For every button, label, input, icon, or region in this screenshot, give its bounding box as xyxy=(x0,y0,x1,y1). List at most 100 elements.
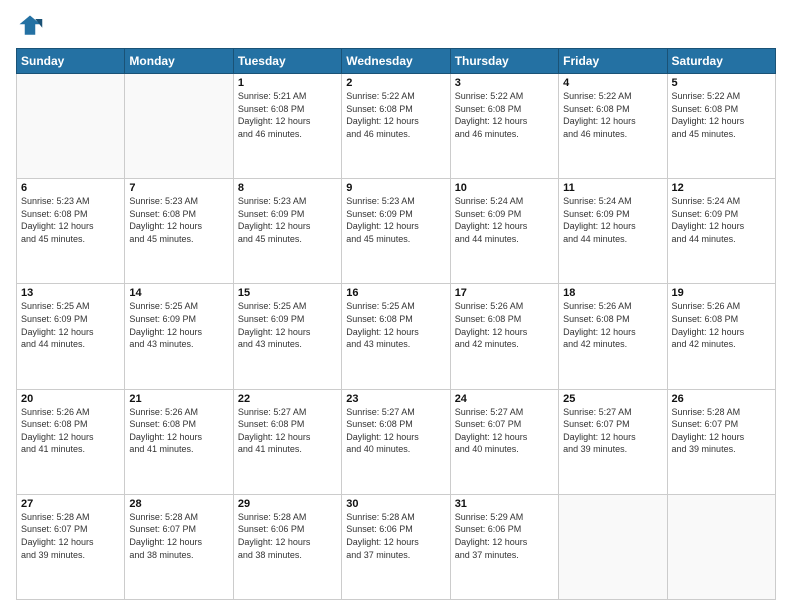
day-number: 15 xyxy=(238,287,337,299)
weekday-header-saturday: Saturday xyxy=(667,49,775,74)
day-number: 6 xyxy=(21,182,120,194)
calendar-cell xyxy=(667,494,775,599)
day-number: 9 xyxy=(346,182,445,194)
calendar-cell: 27Sunrise: 5:28 AMSunset: 6:07 PMDayligh… xyxy=(17,494,125,599)
weekday-header-monday: Monday xyxy=(125,49,233,74)
day-info: Sunrise: 5:25 AMSunset: 6:08 PMDaylight:… xyxy=(346,300,445,350)
day-info: Sunrise: 5:23 AMSunset: 6:09 PMDaylight:… xyxy=(238,195,337,245)
calendar-week-row: 13Sunrise: 5:25 AMSunset: 6:09 PMDayligh… xyxy=(17,284,776,389)
weekday-header-wednesday: Wednesday xyxy=(342,49,450,74)
day-number: 17 xyxy=(455,287,554,299)
weekday-header-tuesday: Tuesday xyxy=(233,49,341,74)
day-number: 27 xyxy=(21,498,120,510)
calendar-cell: 19Sunrise: 5:26 AMSunset: 6:08 PMDayligh… xyxy=(667,284,775,389)
calendar-cell: 22Sunrise: 5:27 AMSunset: 6:08 PMDayligh… xyxy=(233,389,341,494)
calendar-cell: 7Sunrise: 5:23 AMSunset: 6:08 PMDaylight… xyxy=(125,179,233,284)
day-number: 12 xyxy=(672,182,771,194)
weekday-header-sunday: Sunday xyxy=(17,49,125,74)
calendar-cell: 17Sunrise: 5:26 AMSunset: 6:08 PMDayligh… xyxy=(450,284,558,389)
day-number: 10 xyxy=(455,182,554,194)
calendar-cell: 2Sunrise: 5:22 AMSunset: 6:08 PMDaylight… xyxy=(342,74,450,179)
day-number: 20 xyxy=(21,393,120,405)
day-info: Sunrise: 5:27 AMSunset: 6:07 PMDaylight:… xyxy=(563,406,662,456)
day-info: Sunrise: 5:26 AMSunset: 6:08 PMDaylight:… xyxy=(455,300,554,350)
day-info: Sunrise: 5:28 AMSunset: 6:07 PMDaylight:… xyxy=(129,511,228,561)
day-number: 11 xyxy=(563,182,662,194)
day-info: Sunrise: 5:29 AMSunset: 6:06 PMDaylight:… xyxy=(455,511,554,561)
calendar-cell: 24Sunrise: 5:27 AMSunset: 6:07 PMDayligh… xyxy=(450,389,558,494)
day-info: Sunrise: 5:22 AMSunset: 6:08 PMDaylight:… xyxy=(346,90,445,140)
day-info: Sunrise: 5:22 AMSunset: 6:08 PMDaylight:… xyxy=(455,90,554,140)
calendar-table: SundayMondayTuesdayWednesdayThursdayFrid… xyxy=(16,48,776,600)
page: SundayMondayTuesdayWednesdayThursdayFrid… xyxy=(0,0,792,612)
calendar-cell: 20Sunrise: 5:26 AMSunset: 6:08 PMDayligh… xyxy=(17,389,125,494)
day-info: Sunrise: 5:27 AMSunset: 6:07 PMDaylight:… xyxy=(455,406,554,456)
day-number: 25 xyxy=(563,393,662,405)
day-number: 3 xyxy=(455,77,554,89)
day-info: Sunrise: 5:23 AMSunset: 6:08 PMDaylight:… xyxy=(21,195,120,245)
header xyxy=(16,12,776,40)
day-info: Sunrise: 5:22 AMSunset: 6:08 PMDaylight:… xyxy=(672,90,771,140)
day-number: 16 xyxy=(346,287,445,299)
logo-icon xyxy=(16,12,44,40)
day-info: Sunrise: 5:25 AMSunset: 6:09 PMDaylight:… xyxy=(129,300,228,350)
calendar-week-row: 20Sunrise: 5:26 AMSunset: 6:08 PMDayligh… xyxy=(17,389,776,494)
weekday-header-friday: Friday xyxy=(559,49,667,74)
calendar-cell: 6Sunrise: 5:23 AMSunset: 6:08 PMDaylight… xyxy=(17,179,125,284)
day-number: 22 xyxy=(238,393,337,405)
day-info: Sunrise: 5:24 AMSunset: 6:09 PMDaylight:… xyxy=(455,195,554,245)
calendar-cell: 15Sunrise: 5:25 AMSunset: 6:09 PMDayligh… xyxy=(233,284,341,389)
calendar-cell: 10Sunrise: 5:24 AMSunset: 6:09 PMDayligh… xyxy=(450,179,558,284)
day-info: Sunrise: 5:26 AMSunset: 6:08 PMDaylight:… xyxy=(21,406,120,456)
calendar-cell xyxy=(17,74,125,179)
day-number: 28 xyxy=(129,498,228,510)
day-number: 24 xyxy=(455,393,554,405)
calendar-cell: 26Sunrise: 5:28 AMSunset: 6:07 PMDayligh… xyxy=(667,389,775,494)
day-number: 21 xyxy=(129,393,228,405)
weekday-header-row: SundayMondayTuesdayWednesdayThursdayFrid… xyxy=(17,49,776,74)
day-info: Sunrise: 5:28 AMSunset: 6:07 PMDaylight:… xyxy=(21,511,120,561)
day-info: Sunrise: 5:28 AMSunset: 6:06 PMDaylight:… xyxy=(346,511,445,561)
day-info: Sunrise: 5:26 AMSunset: 6:08 PMDaylight:… xyxy=(672,300,771,350)
calendar-cell: 14Sunrise: 5:25 AMSunset: 6:09 PMDayligh… xyxy=(125,284,233,389)
calendar-cell: 23Sunrise: 5:27 AMSunset: 6:08 PMDayligh… xyxy=(342,389,450,494)
calendar-week-row: 6Sunrise: 5:23 AMSunset: 6:08 PMDaylight… xyxy=(17,179,776,284)
day-info: Sunrise: 5:26 AMSunset: 6:08 PMDaylight:… xyxy=(563,300,662,350)
day-info: Sunrise: 5:22 AMSunset: 6:08 PMDaylight:… xyxy=(563,90,662,140)
day-info: Sunrise: 5:28 AMSunset: 6:06 PMDaylight:… xyxy=(238,511,337,561)
day-info: Sunrise: 5:23 AMSunset: 6:08 PMDaylight:… xyxy=(129,195,228,245)
calendar-cell: 1Sunrise: 5:21 AMSunset: 6:08 PMDaylight… xyxy=(233,74,341,179)
calendar-cell: 13Sunrise: 5:25 AMSunset: 6:09 PMDayligh… xyxy=(17,284,125,389)
calendar-week-row: 1Sunrise: 5:21 AMSunset: 6:08 PMDaylight… xyxy=(17,74,776,179)
calendar-cell: 3Sunrise: 5:22 AMSunset: 6:08 PMDaylight… xyxy=(450,74,558,179)
day-number: 14 xyxy=(129,287,228,299)
calendar-cell: 18Sunrise: 5:26 AMSunset: 6:08 PMDayligh… xyxy=(559,284,667,389)
calendar-cell xyxy=(125,74,233,179)
day-number: 30 xyxy=(346,498,445,510)
day-number: 26 xyxy=(672,393,771,405)
day-number: 31 xyxy=(455,498,554,510)
calendar-cell: 30Sunrise: 5:28 AMSunset: 6:06 PMDayligh… xyxy=(342,494,450,599)
day-info: Sunrise: 5:21 AMSunset: 6:08 PMDaylight:… xyxy=(238,90,337,140)
day-info: Sunrise: 5:25 AMSunset: 6:09 PMDaylight:… xyxy=(21,300,120,350)
day-info: Sunrise: 5:28 AMSunset: 6:07 PMDaylight:… xyxy=(672,406,771,456)
day-number: 7 xyxy=(129,182,228,194)
day-number: 18 xyxy=(563,287,662,299)
calendar-cell: 9Sunrise: 5:23 AMSunset: 6:09 PMDaylight… xyxy=(342,179,450,284)
day-number: 5 xyxy=(672,77,771,89)
day-info: Sunrise: 5:23 AMSunset: 6:09 PMDaylight:… xyxy=(346,195,445,245)
day-number: 13 xyxy=(21,287,120,299)
calendar-cell: 29Sunrise: 5:28 AMSunset: 6:06 PMDayligh… xyxy=(233,494,341,599)
day-number: 23 xyxy=(346,393,445,405)
calendar-cell: 5Sunrise: 5:22 AMSunset: 6:08 PMDaylight… xyxy=(667,74,775,179)
calendar-week-row: 27Sunrise: 5:28 AMSunset: 6:07 PMDayligh… xyxy=(17,494,776,599)
day-info: Sunrise: 5:26 AMSunset: 6:08 PMDaylight:… xyxy=(129,406,228,456)
day-info: Sunrise: 5:27 AMSunset: 6:08 PMDaylight:… xyxy=(346,406,445,456)
day-number: 1 xyxy=(238,77,337,89)
day-info: Sunrise: 5:24 AMSunset: 6:09 PMDaylight:… xyxy=(672,195,771,245)
day-number: 29 xyxy=(238,498,337,510)
calendar-cell: 12Sunrise: 5:24 AMSunset: 6:09 PMDayligh… xyxy=(667,179,775,284)
calendar-cell: 16Sunrise: 5:25 AMSunset: 6:08 PMDayligh… xyxy=(342,284,450,389)
day-info: Sunrise: 5:25 AMSunset: 6:09 PMDaylight:… xyxy=(238,300,337,350)
calendar-cell: 21Sunrise: 5:26 AMSunset: 6:08 PMDayligh… xyxy=(125,389,233,494)
